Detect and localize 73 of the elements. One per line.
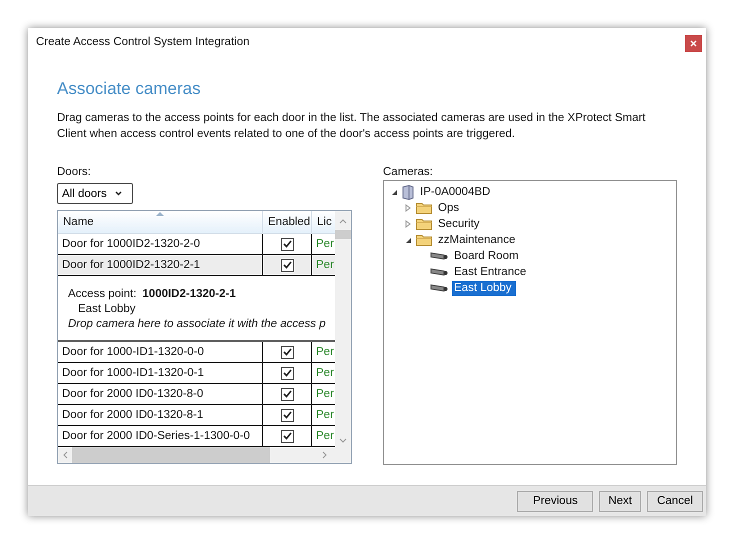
expanded-arrow-icon[interactable]: [390, 188, 398, 196]
license-cell-text: Per: [315, 387, 335, 402]
door-row[interactable]: Door for 1000ID2-1320-2-0 Per: [58, 234, 335, 255]
scroll-right-icon[interactable]: [322, 451, 327, 459]
license-cell-text: Per: [315, 258, 335, 273]
door-name: Door for 1000-ID1-1320-0-1: [58, 363, 263, 383]
license-cell-text: Per: [315, 408, 335, 423]
close-button[interactable]: [685, 34, 702, 52]
column-header[interactable]: Enabled: [263, 211, 312, 233]
door-name: Door for 1000ID2-1320-2-0: [58, 234, 263, 254]
enabled-checkbox[interactable]: [280, 238, 294, 250]
collapsed-arrow-icon[interactable]: [405, 204, 411, 212]
scroll-thumb[interactable]: [335, 230, 351, 239]
door-row[interactable]: Door for 2000 ID0-1320-8-0 Per: [58, 384, 335, 405]
page-heading: Associate cameras: [57, 78, 202, 100]
doors-label: Doors:: [57, 165, 91, 179]
door-name: Door for 2000 ID0-Series-1-1300-0-0: [58, 426, 263, 446]
wizard-button[interactable]: Next: [599, 490, 641, 512]
description-text: Drag cameras to the access points for each door in the list. The associated cameras are used in the XProtect Smart Client when access control events related to one of the door's access points are triggered.: [57, 111, 646, 142]
enabled-checkbox[interactable]: [280, 366, 294, 380]
access-point-name: 1000ID2-1320-2-1: [142, 287, 236, 302]
tree-item[interactable]: Ops: [436, 200, 464, 216]
collapsed-arrow-icon[interactable]: [405, 220, 411, 228]
door-row[interactable]: Door for 1000ID2-1320-2-1 Per: [58, 255, 335, 276]
drop-hint: Drop camera here to associate it with the access p: [68, 317, 327, 332]
door-name: Door for 1000ID2-1320-2-1: [58, 255, 263, 275]
column-header[interactable]: Name: [58, 211, 263, 233]
wizard-button[interactable]: Cancel: [647, 490, 703, 512]
camera-icon: [430, 252, 448, 260]
folder-icon: [416, 202, 432, 214]
window-title: Create Access Control System Integration: [36, 36, 250, 48]
tree-item[interactable]: zzMaintenance: [436, 232, 520, 248]
door-row[interactable]: Door for 1000-ID1-1320-0-1 Per: [58, 363, 335, 384]
enabled-checkbox[interactable]: [280, 258, 294, 272]
doors-filter-dropdown[interactable]: All doors: [57, 183, 133, 204]
cameras-label: Cameras:: [383, 165, 433, 179]
tree-item[interactable]: Security: [436, 216, 484, 232]
expanded-arrow-icon[interactable]: [404, 236, 412, 244]
horizontal-scrollbar[interactable]: [58, 447, 351, 463]
server-icon: [402, 184, 414, 200]
sort-arrow-icon: [156, 212, 164, 216]
scroll-down-icon[interactable]: [339, 438, 347, 443]
tree-item[interactable]: East Entrance: [452, 264, 530, 280]
scroll-thumb[interactable]: [72, 447, 270, 463]
tree-item[interactable]: Board Room: [452, 248, 523, 264]
associated-camera: East Lobby: [77, 302, 137, 317]
folder-icon: [416, 218, 432, 230]
enabled-checkbox[interactable]: [280, 408, 294, 422]
close-icon: [690, 40, 697, 46]
door-name: Door for 1000-ID1-1320-0-0: [58, 342, 263, 362]
scroll-up-icon[interactable]: [339, 219, 347, 224]
tree-item[interactable]: IP-0A0004BD: [418, 184, 494, 200]
door-row[interactable]: Door for 2000 ID0-Series-1-1300-0-0 Per: [58, 426, 335, 447]
license-cell-text: Per: [315, 345, 335, 360]
license-cell-text: Per: [315, 429, 335, 444]
camera-icon: [430, 268, 448, 276]
enabled-checkbox[interactable]: [280, 388, 294, 400]
camera-icon: [430, 284, 448, 292]
tree-item[interactable]: East Lobby: [452, 280, 516, 296]
folder-icon: [416, 234, 432, 246]
door-name: Door for 2000 ID0-1320-8-1: [58, 405, 263, 425]
enabled-checkbox[interactable]: [280, 346, 294, 358]
vertical-scrollbar[interactable]: [335, 211, 351, 447]
door-row[interactable]: Door for 1000-ID1-1320-0-0 Per: [58, 342, 335, 363]
door-name: Door for 2000 ID0-1320-8-0: [58, 384, 263, 404]
license-cell-text: Per: [315, 237, 335, 252]
enabled-checkbox[interactable]: [280, 430, 294, 442]
access-point-label: Access point:: [68, 287, 136, 302]
license-cell-text: Per: [315, 366, 335, 381]
scroll-left-icon[interactable]: [63, 451, 68, 459]
caret-icon: [114, 191, 122, 196]
door-row[interactable]: Door for 2000 ID0-1320-8-1 Per: [58, 405, 335, 426]
wizard-button[interactable]: Previous: [517, 490, 594, 512]
